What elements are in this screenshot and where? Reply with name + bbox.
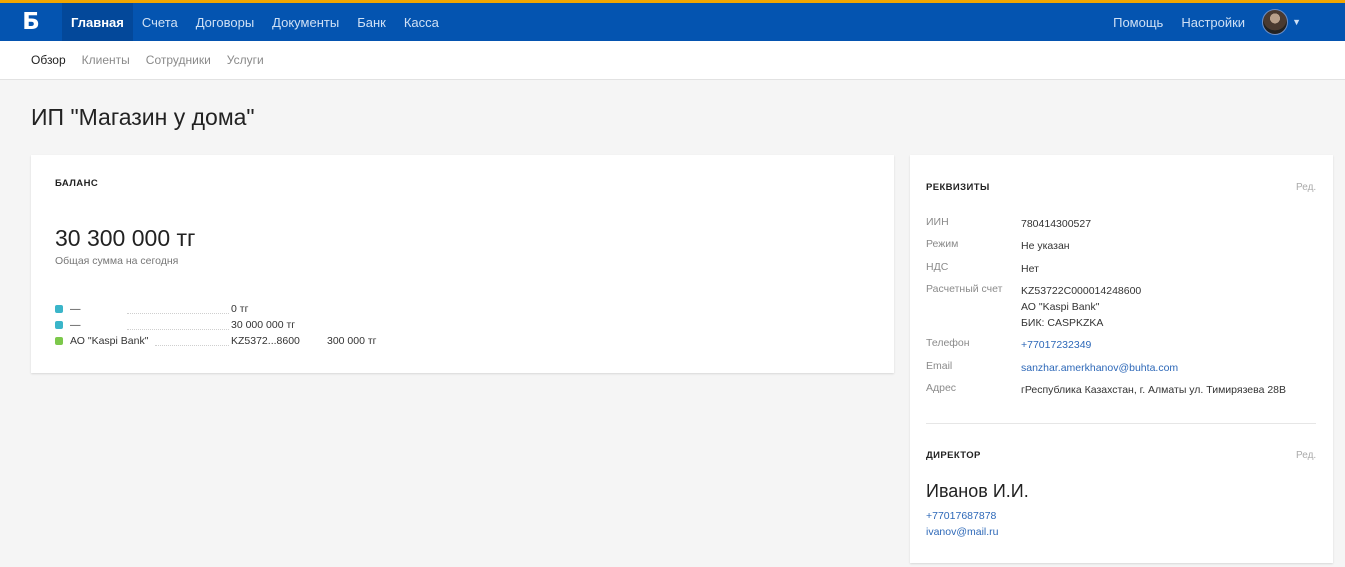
nav-item-cash[interactable]: Касса xyxy=(395,3,448,41)
account-color-dot xyxy=(55,305,63,313)
requisites-edit-link[interactable]: Ред. xyxy=(1296,182,1316,193)
nav-item-home[interactable]: Главная xyxy=(62,3,133,41)
requisites-title: РЕКВИЗИТЫ xyxy=(926,182,990,193)
requisites-card: РЕКВИЗИТЫ Ред. ИИН 780414300527 Режим Не… xyxy=(910,155,1333,563)
requisite-value: Не указан xyxy=(1021,240,1070,252)
balance-card: БАЛАНС 30 300 000 тг Общая сумма на сего… xyxy=(31,155,894,373)
requisite-value: Нет xyxy=(1021,263,1039,275)
dotted-leader xyxy=(127,329,229,330)
nav-item-documents[interactable]: Документы xyxy=(263,3,348,41)
balance-title: БАЛАНС xyxy=(55,178,99,189)
app-logo[interactable]: Б xyxy=(0,3,62,41)
tab-services[interactable]: Услуги xyxy=(219,41,272,80)
director-edit-link[interactable]: Ред. xyxy=(1296,450,1316,461)
account-number: KZ5372...8600 xyxy=(231,335,300,347)
balance-amount: 30 300 000 тг xyxy=(55,225,196,251)
account-amount: 300 000 тг xyxy=(327,335,377,347)
main-nav: Главная Счета Договоры Документы Банк Ка… xyxy=(62,3,448,41)
page-title: ИП "Магазин у дома" xyxy=(31,104,255,130)
requisite-label: Адрес xyxy=(926,382,957,394)
requisite-value: гРеспублика Казахстан, г. Алматы ул. Тим… xyxy=(1021,384,1287,396)
account-name: АО "Kaspi Bank" xyxy=(70,335,149,347)
top-navbar: Б Главная Счета Договоры Документы Банк … xyxy=(0,0,1345,41)
requisite-label: Телефон xyxy=(926,337,970,349)
nav-item-invoices[interactable]: Счета xyxy=(133,3,187,41)
balance-subtitle: Общая сумма на сегодня xyxy=(55,255,179,267)
sub-nav: Обзор Клиенты Сотрудники Услуги xyxy=(0,41,1345,80)
tab-overview[interactable]: Обзор xyxy=(23,41,74,80)
director-name: Иванов И.И. xyxy=(926,481,1029,501)
tab-employees[interactable]: Сотрудники xyxy=(138,41,219,80)
nav-item-help[interactable]: Помощь xyxy=(1104,3,1172,41)
account-amount: 0 тг xyxy=(231,303,249,315)
account-amount: 30 000 000 тг xyxy=(231,319,296,331)
avatar[interactable] xyxy=(1262,9,1289,35)
director-title: ДИРЕКТОР xyxy=(926,450,981,461)
requisite-account-number: KZ53722C000014248600 xyxy=(1021,285,1142,297)
account-list: — 0 тг — 30 000 000 тг АО "Kaspi Bank" K… xyxy=(55,303,555,351)
director-phone-link[interactable]: +77017687878 xyxy=(926,510,996,522)
requisite-bik: БИК: CASPKZKA xyxy=(1021,317,1104,329)
tab-clients[interactable]: Клиенты xyxy=(74,41,138,80)
list-item[interactable]: АО "Kaspi Bank" KZ5372...8600 300 000 тг xyxy=(55,335,555,351)
nav-item-settings[interactable]: Настройки xyxy=(1172,3,1254,41)
email-link[interactable]: sanzhar.amerkhanov@buhta.com xyxy=(1021,360,1178,376)
dotted-leader xyxy=(155,345,229,346)
nav-right: Помощь Настройки ▼ xyxy=(1104,3,1345,41)
list-item[interactable]: — 30 000 000 тг xyxy=(55,319,555,335)
requisite-label: НДС xyxy=(926,261,949,273)
nav-item-bank[interactable]: Банк xyxy=(348,3,395,41)
requisite-label: Расчетный счет xyxy=(926,283,1003,295)
divider xyxy=(926,423,1316,424)
user-menu[interactable]: ▼ xyxy=(1254,9,1345,35)
account-color-dot xyxy=(55,337,63,345)
requisite-label: Email xyxy=(926,360,953,372)
account-color-dot xyxy=(55,321,63,329)
requisite-label: Режим xyxy=(926,238,959,250)
requisite-value: 780414300527 xyxy=(1021,218,1092,230)
nav-item-contracts[interactable]: Договоры xyxy=(187,3,263,41)
requisite-bank-name: АО "Kaspi Bank" xyxy=(1021,301,1100,313)
phone-link[interactable]: +77017232349 xyxy=(1021,337,1091,353)
requisite-label: ИИН xyxy=(926,216,949,228)
account-name: — xyxy=(70,303,81,315)
account-name: — xyxy=(70,319,81,331)
list-item[interactable]: — 0 тг xyxy=(55,303,555,319)
dotted-leader xyxy=(127,313,229,314)
chevron-down-icon[interactable]: ▼ xyxy=(1292,17,1301,27)
director-email-link[interactable]: ivanov@mail.ru xyxy=(926,526,999,538)
